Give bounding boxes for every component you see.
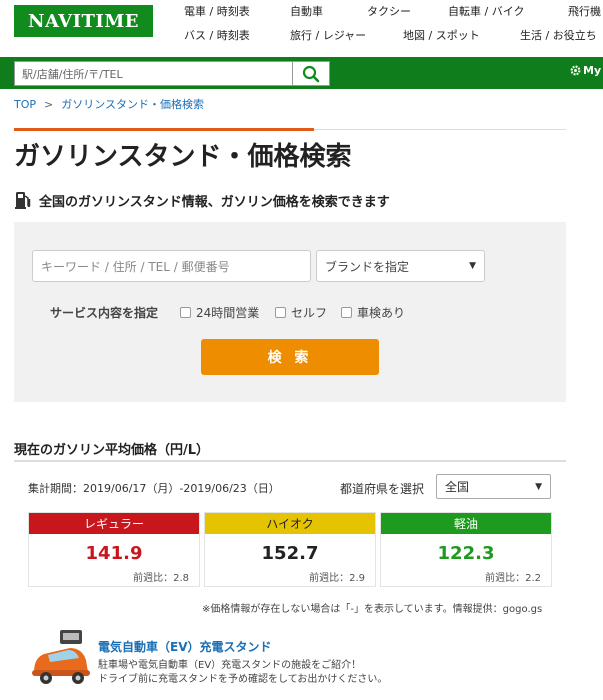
- price-value: 152.7: [261, 543, 319, 564]
- checkbox-self[interactable]: [275, 307, 286, 318]
- title-accent-bar: [14, 128, 314, 131]
- breadcrumb: TOP > ガソリンスタンド・価格検索: [14, 96, 204, 112]
- price-value: 122.3: [437, 543, 495, 564]
- price-card-header: ハイオク: [205, 513, 375, 534]
- ev-description: 駐車場や電気自動車（EV）充電スタンドの施設をご紹介！ ドライブ前に充電スタンド…: [98, 659, 387, 687]
- breadcrumb-current[interactable]: ガソリンスタンド・価格検索: [61, 98, 204, 111]
- nav-bicycle[interactable]: 自転車 / バイク: [448, 3, 524, 19]
- gas-pump-icon: [15, 192, 31, 209]
- page-title: ガソリンスタンド・価格検索: [14, 142, 352, 172]
- aggregation-period: 集計期間：2019/06/17（月）-2019/06/23（日）: [28, 482, 280, 495]
- brand-select-value: ブランドを指定: [325, 259, 410, 274]
- price-card-regular: レギュラー 141.9 前週比：2.8: [28, 512, 200, 587]
- nav-airplane[interactable]: 飛行機: [568, 3, 601, 19]
- option-inspection[interactable]: 車検あり: [341, 304, 405, 321]
- breadcrumb-top[interactable]: TOP: [14, 98, 36, 111]
- keyword-input[interactable]: キーワード / 住所 / TEL / 郵便番号: [32, 250, 311, 282]
- price-section-divider: [14, 460, 566, 462]
- nav-train[interactable]: 電車 / 時刻表: [184, 3, 250, 19]
- price-note: ※価格情報が存在しない場合は「-」を表示しています。情報提供：gogo.gs: [202, 604, 543, 615]
- ev-description-line: ドライブ前に充電スタンドを予め確認をしてお出かけください。: [98, 674, 388, 685]
- brand-select[interactable]: ブランドを指定 ▼: [316, 250, 485, 282]
- ev-charging-link[interactable]: 電気自動車（EV）充電スタンド: [98, 638, 272, 655]
- search-subheading: 全国のガソリンスタンド情報、ガソリン価格を検索できます: [14, 190, 390, 210]
- nav-travel[interactable]: 旅行 / レジャー: [290, 27, 366, 43]
- price-weekly-diff: 前週比：2.2: [485, 573, 541, 584]
- prefecture-select-value: 全国: [445, 480, 470, 494]
- price-card-highoctane: ハイオク 152.7 前週比：2.9: [204, 512, 376, 587]
- option-inspection-label: 車検あり: [357, 306, 406, 320]
- option-24h-label: 24時間営業: [196, 306, 260, 320]
- navitime-logo[interactable]: NAVITIME: [14, 5, 153, 37]
- nav-taxi[interactable]: タクシー: [367, 3, 411, 19]
- chevron-down-icon: ▼: [535, 481, 542, 492]
- global-search-input[interactable]: 駅/店舗/住所/〒/TEL: [14, 61, 293, 86]
- chevron-down-icon: ▼: [469, 261, 476, 271]
- price-weekly-diff: 前週比：2.9: [309, 573, 365, 584]
- mypage-label: My: [583, 64, 602, 77]
- gear-icon: [570, 65, 581, 76]
- price-card-header: レギュラー: [29, 513, 199, 534]
- nav-map[interactable]: 地図 / スポット: [403, 27, 480, 43]
- ev-car-icon: [32, 630, 90, 684]
- ev-description-line: 駐車場や電気自動車（EV）充電スタンドの施設をご紹介！: [98, 660, 362, 671]
- breadcrumb-separator: >: [44, 98, 54, 111]
- search-submit-button[interactable]: 検 索: [201, 339, 379, 375]
- nav-car[interactable]: 自動車: [290, 3, 323, 19]
- option-24h[interactable]: 24時間営業: [180, 304, 259, 321]
- option-self[interactable]: セルフ: [275, 304, 327, 321]
- nav-bus[interactable]: バス / 時刻表: [184, 27, 250, 43]
- price-weekly-diff: 前週比：2.8: [133, 573, 189, 584]
- price-card-diesel: 軽油 122.3 前週比：2.2: [380, 512, 552, 587]
- prefecture-label: 都道府県を選択: [340, 482, 425, 496]
- price-section-title: 現在のガソリン平均価格（円/L）: [14, 443, 210, 458]
- price-value: 141.9: [85, 543, 143, 564]
- checkbox-inspection[interactable]: [341, 307, 352, 318]
- price-card-header: 軽油: [381, 513, 551, 534]
- prefecture-select[interactable]: 全国 ▼: [436, 474, 551, 499]
- search-icon: [302, 65, 320, 82]
- mypage-link[interactable]: My: [570, 64, 601, 77]
- option-self-label: セルフ: [291, 306, 328, 320]
- service-label: サービス内容を指定: [50, 306, 159, 320]
- nav-life[interactable]: 生活 / お役立ち: [520, 27, 597, 43]
- checkbox-24h[interactable]: [180, 307, 191, 318]
- subheading-text: 全国のガソリンスタンド情報、ガソリン価格を検索できます: [39, 194, 390, 210]
- global-search-button[interactable]: [293, 61, 330, 86]
